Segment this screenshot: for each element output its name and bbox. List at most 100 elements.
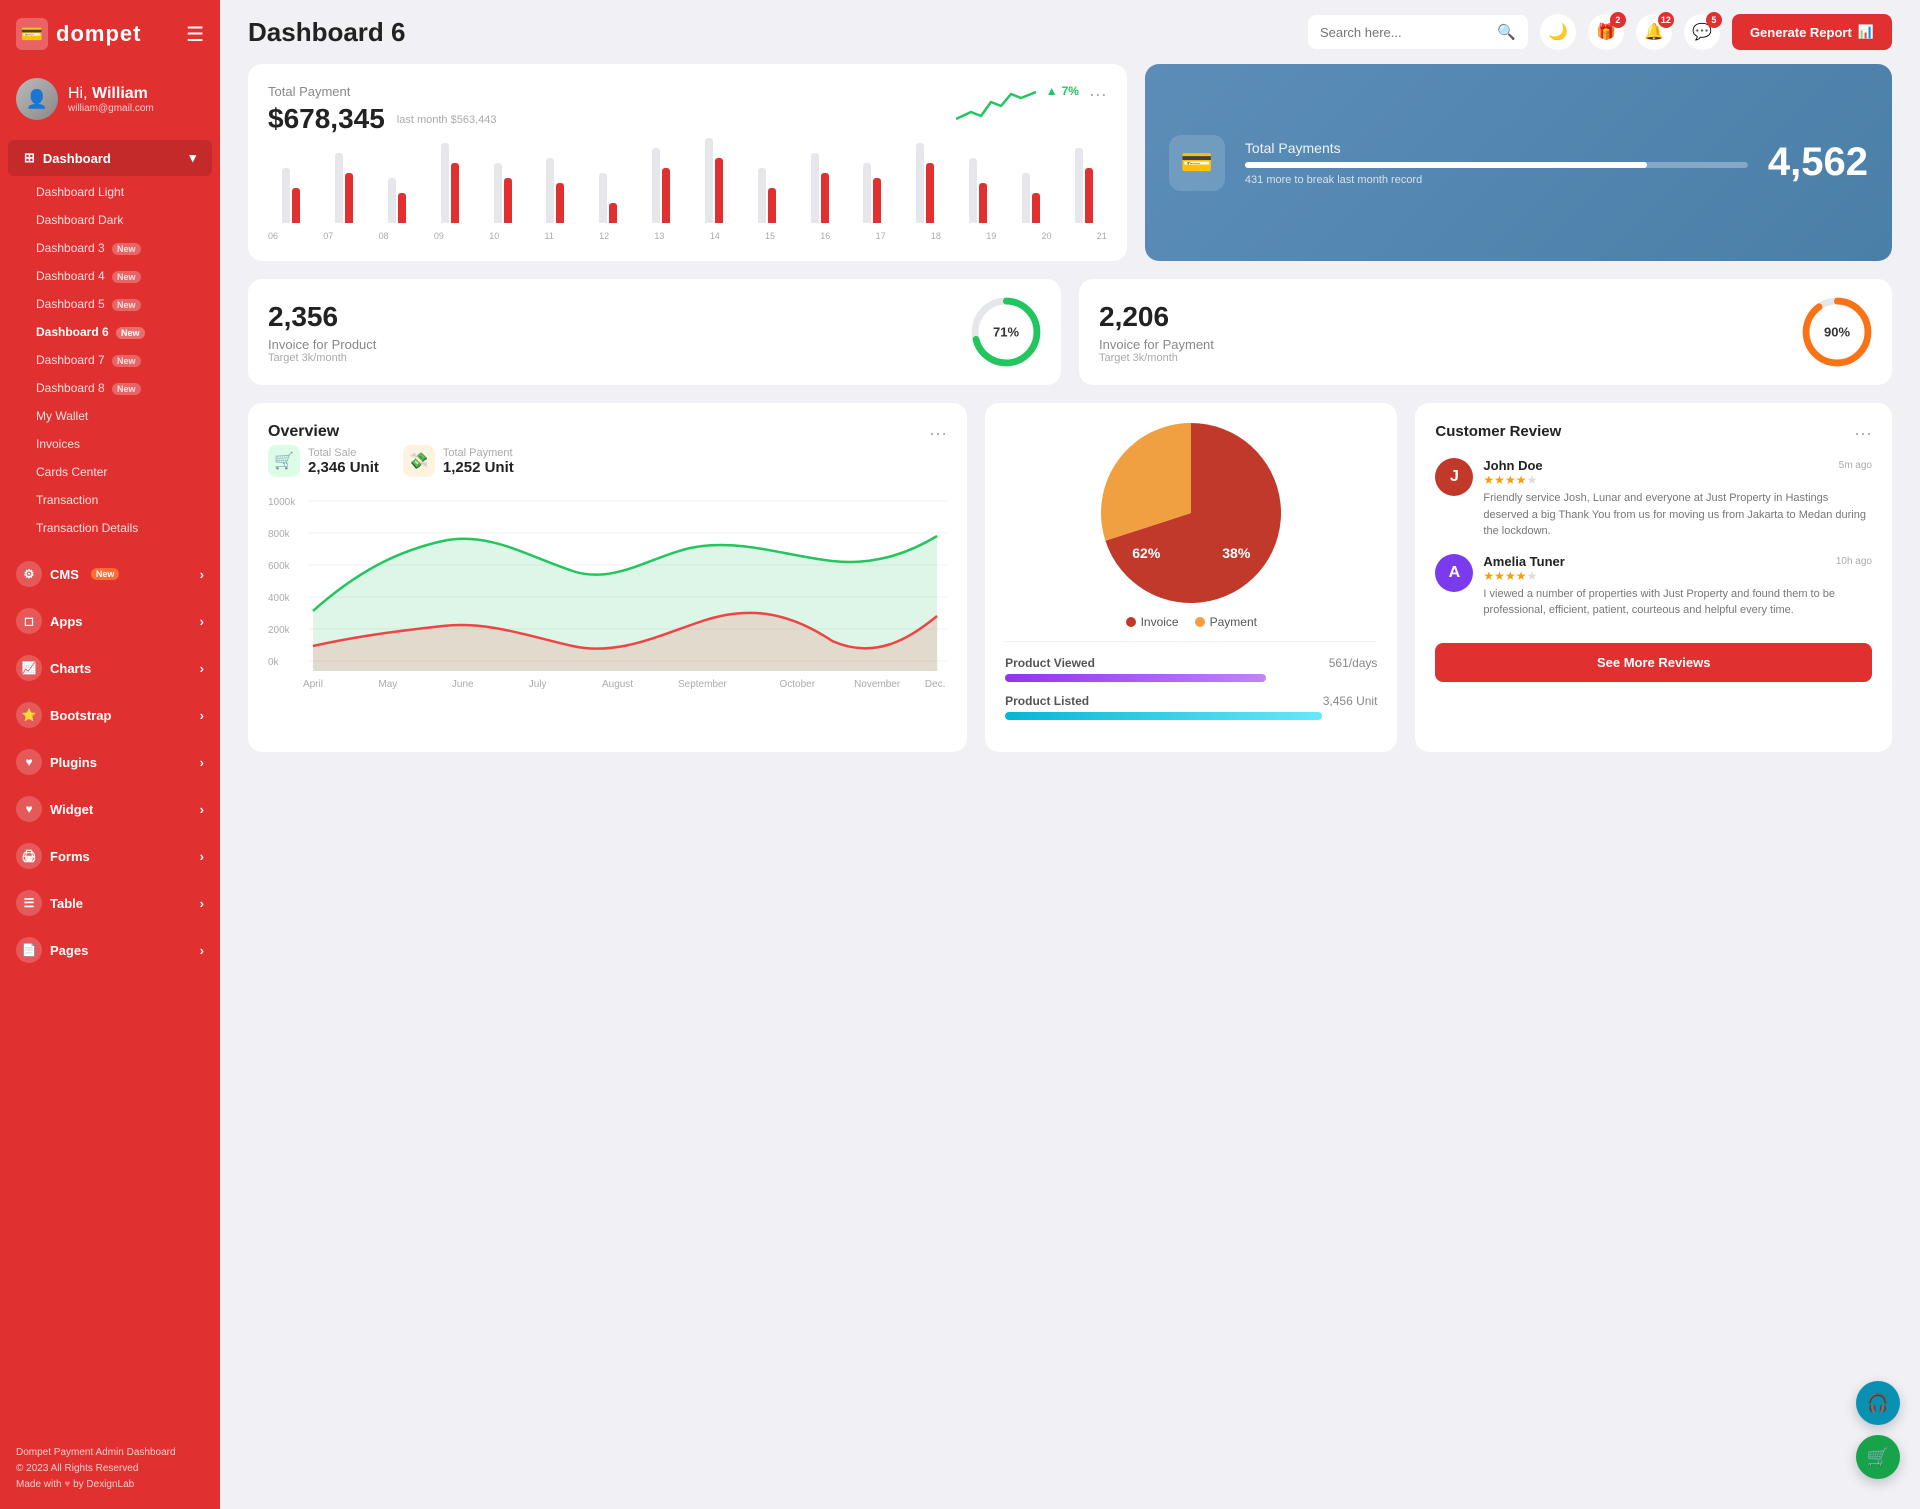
- topbar: Dashboard 6 🔍 🌙 🎁 2 🔔 12 💬 5 Gen: [220, 0, 1920, 64]
- bar-gray-1: [335, 153, 343, 223]
- pie-chart-wrapper: 62% 38% Invoice Payment: [1005, 423, 1377, 629]
- bar-gray-11: [863, 163, 871, 223]
- nav-item-charts[interactable]: 📈 Charts ›: [0, 645, 220, 691]
- bar-label-5: 11: [544, 231, 553, 241]
- bar-label-13: 19: [986, 231, 996, 241]
- wallet-icon: 💳: [1169, 135, 1225, 191]
- sidebar-item-dashboard-4[interactable]: Dashboard 4 New: [0, 262, 220, 290]
- sidebar-item-transaction[interactable]: Transaction: [0, 486, 220, 514]
- legend-total-payment: 💸 Total Payment 1,252 Unit: [403, 445, 514, 477]
- review-avatar-2: A: [1435, 554, 1473, 592]
- table-arrow: ›: [200, 896, 204, 911]
- user-email: william@gmail.com: [68, 103, 154, 114]
- search-box: 🔍: [1308, 15, 1528, 49]
- row-3: Overview ··· 🛒 Total Sale 2,346 Unit 💸: [248, 403, 1892, 752]
- sidebar-item-invoices[interactable]: Invoices: [0, 430, 220, 458]
- invoice-payment-sub: Target 3k/month: [1099, 352, 1214, 364]
- sidebar-item-cards-center[interactable]: Cards Center: [0, 458, 220, 486]
- more-options-button[interactable]: ···: [1089, 84, 1107, 105]
- plugins-icon: ♥: [16, 749, 42, 775]
- theme-toggle-button[interactable]: 🌙: [1540, 14, 1576, 50]
- bar-group-8: [691, 138, 738, 223]
- widget-arrow: ›: [200, 802, 204, 817]
- product-viewed-label: Product Viewed: [1005, 656, 1095, 670]
- bar-label-3: 09: [434, 231, 444, 241]
- sidebar-item-dashboard-5[interactable]: Dashboard 5 New: [0, 290, 220, 318]
- dashboard-sub-items: Dashboard Light Dashboard Dark Dashboard…: [0, 178, 220, 542]
- nav-item-cms[interactable]: ⚙ CMS New ›: [0, 551, 220, 597]
- svg-text:600k: 600k: [268, 561, 290, 572]
- bar-chart-labels: 06070809101112131415161718192021: [268, 231, 1107, 241]
- review-stars-2: ★★★★★: [1483, 569, 1872, 583]
- overview-header: Overview ···: [268, 423, 947, 445]
- hamburger-button[interactable]: ☰: [186, 22, 204, 47]
- nav-item-table[interactable]: ☰ Table ›: [0, 880, 220, 926]
- nav-item-pages[interactable]: 📄 Pages ›: [0, 927, 220, 973]
- bar-group-10: [796, 153, 843, 223]
- bar-gray-6: [599, 173, 607, 223]
- table-label: Table: [50, 896, 83, 911]
- bar-red-8: [715, 158, 723, 223]
- nav-item-widget[interactable]: ♥ Widget ›: [0, 786, 220, 832]
- invoice-product-sub: Target 3k/month: [268, 352, 376, 364]
- overview-more-button[interactable]: ···: [929, 423, 947, 444]
- bar-red-14: [1032, 193, 1040, 223]
- notification-badge: 12: [1658, 12, 1674, 28]
- bar-group-2: [374, 178, 421, 223]
- notification-button[interactable]: 🔔 12: [1636, 14, 1672, 50]
- chevron-down-icon: ▾: [189, 150, 196, 166]
- review-more-button[interactable]: ···: [1854, 423, 1872, 444]
- product-viewed-row: Product Viewed 561/days: [1005, 656, 1377, 670]
- total-payment-icon: 💸: [403, 445, 435, 477]
- forms-arrow: ›: [200, 849, 204, 864]
- overview-card: Overview ··· 🛒 Total Sale 2,346 Unit 💸: [248, 403, 967, 752]
- sidebar-item-dashboard-8[interactable]: Dashboard 8 New: [0, 374, 220, 402]
- review-item-2: A Amelia Tuner 10h ago ★★★★★ I viewed a …: [1435, 554, 1872, 619]
- cart-fab-button[interactable]: 🛒: [1856, 1435, 1900, 1479]
- pages-icon: 📄: [16, 937, 42, 963]
- bar-red-13: [979, 183, 987, 223]
- nav-item-plugins[interactable]: ♥ Plugins ›: [0, 739, 220, 785]
- svg-text:June: June: [452, 679, 474, 690]
- sidebar-item-dashboard-6[interactable]: Dashboard 6 New: [0, 318, 220, 346]
- bar-gray-12: [916, 143, 924, 223]
- plugins-label: Plugins: [50, 755, 97, 770]
- topbar-right: 🔍 🌙 🎁 2 🔔 12 💬 5 Generate Report 📊: [1308, 14, 1892, 50]
- table-icon: ☰: [16, 890, 42, 916]
- nav-item-apps[interactable]: ◻ Apps ›: [0, 598, 220, 644]
- see-more-reviews-button[interactable]: See More Reviews: [1435, 643, 1872, 682]
- sidebar-item-dashboard-3[interactable]: Dashboard 3 New: [0, 234, 220, 262]
- bar-gray-5: [546, 158, 554, 223]
- sidebar-item-dashboard-dark[interactable]: Dashboard Dark: [0, 206, 220, 234]
- blue-card-label: Total Payments: [1245, 140, 1748, 156]
- support-fab-button[interactable]: 🎧: [1856, 1381, 1900, 1425]
- bar-gray-14: [1022, 173, 1030, 223]
- bar-red-4: [504, 178, 512, 223]
- overview-chart-container: 1000k 800k 600k 400k 200k 0k April: [268, 491, 947, 691]
- headphone-icon: 🎧: [1867, 1393, 1889, 1414]
- card-header: Total Payment $678,345 last month $563,4…: [268, 84, 1107, 135]
- sidebar-item-my-wallet[interactable]: My Wallet: [0, 402, 220, 430]
- user-profile: 👤 Hi, William william@gmail.com: [0, 68, 220, 134]
- sidebar-item-transaction-details[interactable]: Transaction Details: [0, 514, 220, 542]
- bar-label-9: 15: [765, 231, 775, 241]
- bar-group-0: [268, 168, 315, 223]
- svg-text:July: July: [529, 679, 547, 690]
- charts-label: Charts: [50, 661, 91, 676]
- nav-dashboard-parent[interactable]: ⊞ Dashboard ▾: [8, 140, 212, 176]
- charts-arrow: ›: [200, 661, 204, 676]
- search-input[interactable]: [1320, 25, 1489, 40]
- page-title: Dashboard 6: [248, 17, 406, 48]
- sidebar-item-dashboard-light[interactable]: Dashboard Light: [0, 178, 220, 206]
- sidebar: 💳 dompet ☰ 👤 Hi, William william@gmail.c…: [0, 0, 220, 1509]
- nav-item-bootstrap[interactable]: ⭐ Bootstrap ›: [0, 692, 220, 738]
- svg-text:September: September: [678, 679, 727, 690]
- generate-report-button[interactable]: Generate Report 📊: [1732, 14, 1892, 50]
- svg-text:August: August: [602, 679, 633, 690]
- nav-item-forms[interactable]: 🖨 Forms ›: [0, 833, 220, 879]
- svg-text:200k: 200k: [268, 625, 290, 636]
- gift-button[interactable]: 🎁 2: [1588, 14, 1624, 50]
- message-button[interactable]: 💬 5: [1684, 14, 1720, 50]
- sidebar-item-dashboard-7[interactable]: Dashboard 7 New: [0, 346, 220, 374]
- gift-badge: 2: [1610, 12, 1626, 28]
